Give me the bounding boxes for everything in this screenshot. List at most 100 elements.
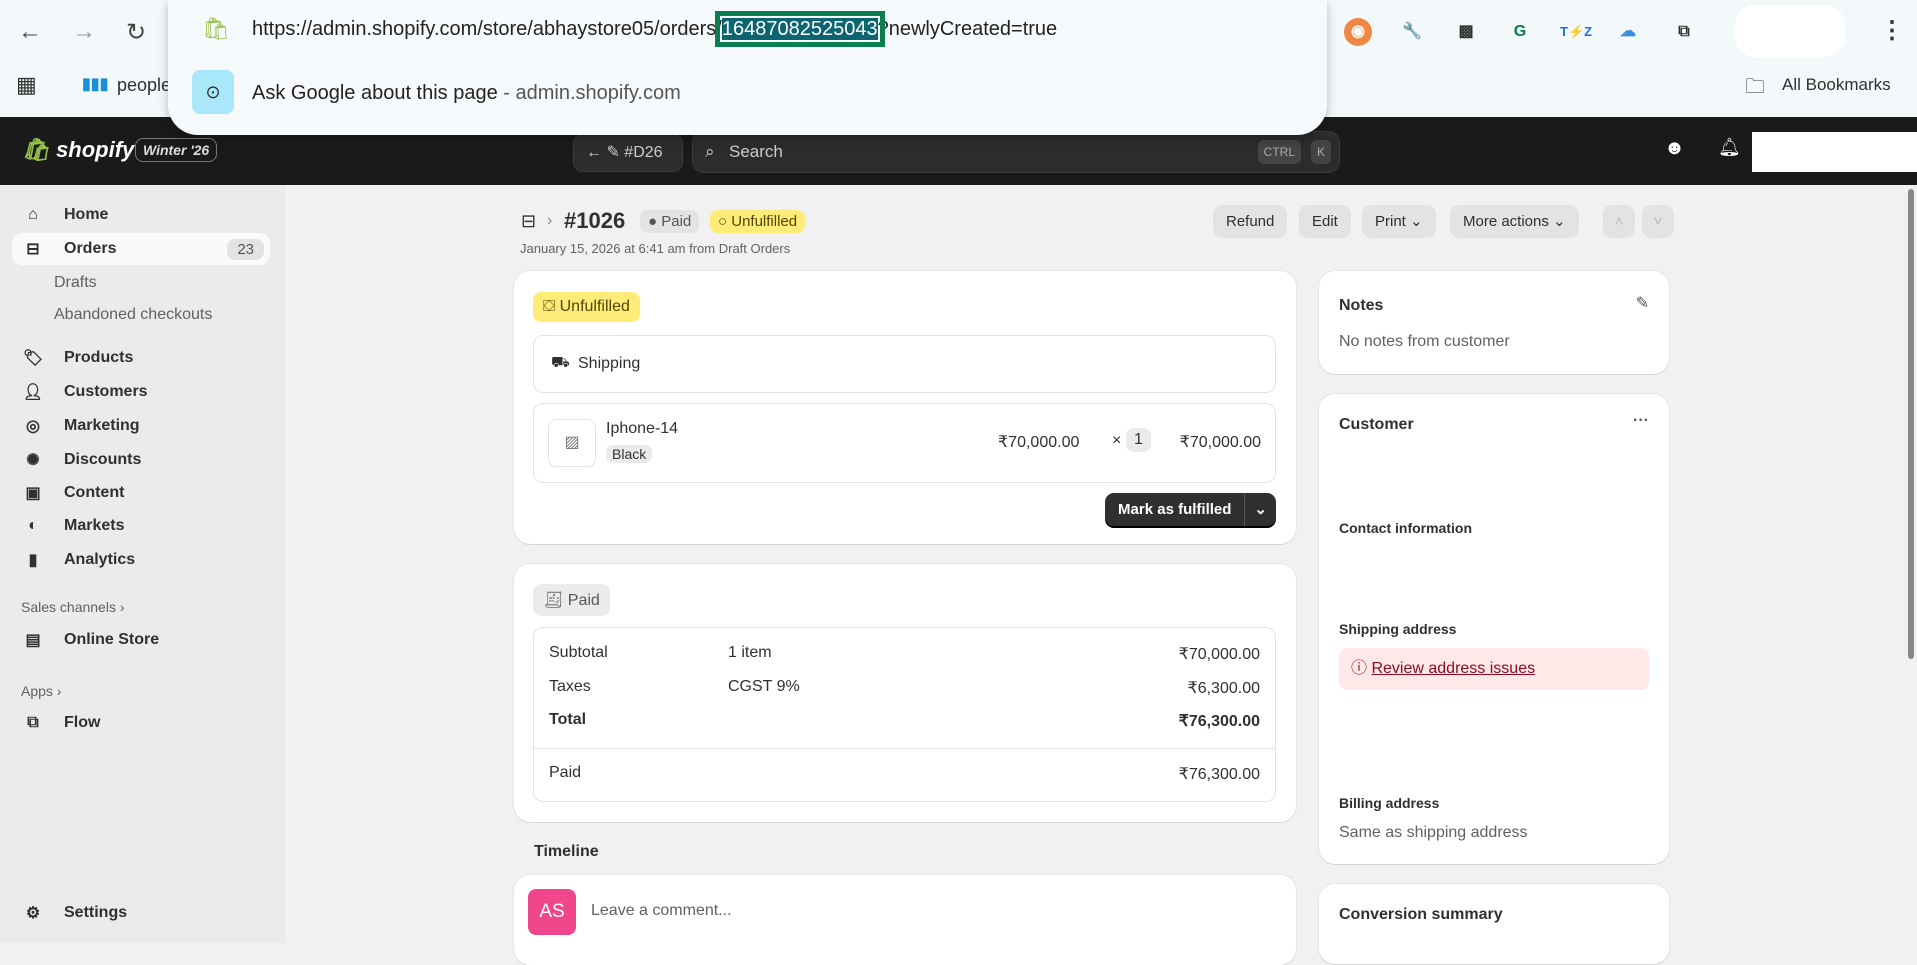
truck-icon: ⛟ (551, 354, 570, 371)
timezone-icon[interactable]: T⚡Z (1560, 18, 1592, 46)
flow-icon: ⧉ (27, 714, 39, 731)
sidebar-item-flow[interactable]: ⧉ Flow (12, 708, 270, 738)
url-field[interactable]: https://admin.shopify.com/store/abhaysto… (252, 11, 1058, 47)
search-icon: ⌕ (705, 142, 715, 161)
amount: ₹6,300.00 (1187, 680, 1260, 697)
address-warning-banner: ⓘ Review address issues (1339, 648, 1649, 690)
scrollbar-thumb[interactable] (1908, 189, 1914, 659)
chevron-down-icon[interactable]: ⌄ (1244, 493, 1276, 526)
url-suffix: ?newlyCreated=true (877, 18, 1058, 40)
label: Marketing (64, 417, 140, 434)
review-address-link[interactable]: Review address issues (1371, 660, 1535, 677)
sidebar-item-online-store[interactable]: ▤ Online Store (12, 625, 270, 655)
sidebar-item-orders[interactable]: ⊟ Orders 23 (12, 233, 270, 265)
back-to-order-pill[interactable]: ← ✎ #D26 (573, 134, 683, 172)
more-icon[interactable]: ··· (1633, 412, 1649, 430)
label: Online Store (64, 631, 160, 648)
sidebar-item-home[interactable]: ⌂ Home (12, 200, 270, 230)
divider (534, 748, 1275, 749)
variant-badge: Black (606, 445, 653, 463)
shipping-method: ⛟ Shipping (533, 335, 1276, 393)
sidebar-item-discounts[interactable]: ✺ Discounts (12, 445, 270, 475)
tag-icon: 🏷︎ (22, 350, 44, 367)
conversion-card: Conversion summary (1319, 884, 1669, 964)
store-icon: ▤ (25, 632, 41, 649)
globe-icon: ◐ (28, 517, 38, 534)
label: Taxes (549, 678, 591, 695)
sidebar-item-markets[interactable]: ◐ Markets (12, 511, 270, 541)
search-placeholder: Search (729, 142, 783, 161)
grammarly-icon[interactable]: G (1506, 18, 1534, 46)
omnibox-dropdown: 🛍 https://admin.shopify.com/store/abhays… (168, 0, 1327, 135)
home-icon: ⌂ (28, 206, 38, 223)
ask-google-suggestion[interactable]: Ask Google about this page - admin.shopi… (252, 82, 681, 105)
bell-icon[interactable]: 🔔︎ (1718, 137, 1741, 158)
notes-body: No notes from customer (1339, 333, 1510, 350)
more-actions-button[interactable]: More actions ⌄ (1450, 205, 1579, 238)
wrench-icon[interactable]: 🔧 (1398, 18, 1426, 46)
extensions-icon[interactable]: ⧉ (1670, 18, 1698, 46)
sidekick-icon[interactable]: ☻ (1664, 137, 1685, 160)
edit-pencil-icon[interactable]: ✎ (1636, 293, 1649, 313)
profile-button[interactable] (1735, 5, 1845, 57)
line-total: ₹70,000.00 (1179, 434, 1261, 451)
lens-icon: ⊙ (192, 70, 234, 114)
bar-chart-icon: ▮ (28, 552, 38, 569)
forward-icon[interactable]: → (72, 18, 96, 46)
product-name[interactable]: Iphone-14 (606, 420, 678, 438)
scrollbar[interactable] (1905, 185, 1917, 943)
shopify-logo[interactable]: 🛍 shopify (22, 137, 134, 163)
sales-channels-header[interactable]: Sales channels › (21, 599, 125, 615)
sidebar-item-drafts[interactable]: Drafts (12, 268, 270, 298)
comment-input[interactable]: Leave a comment... (591, 902, 732, 920)
reload-icon[interactable]: ↻ (126, 18, 146, 47)
paid-badge: 🧾︎ Paid (533, 584, 610, 616)
apps-grid-icon[interactable]: ▦ (16, 72, 37, 98)
sidebar-item-settings[interactable]: ⚙ Settings (12, 898, 270, 928)
orders-icon[interactable]: ⊟ (521, 211, 536, 232)
extension-icon[interactable]: ◉ (1344, 18, 1372, 46)
cloud-icon[interactable]: ☁ (1614, 18, 1642, 46)
gear-icon: ⚙ (25, 905, 41, 922)
next-order-button[interactable]: ˅ (1642, 205, 1674, 238)
line-item: ▨ Iphone-14 Black ₹70,000.00 × 1 ₹70,000… (533, 403, 1276, 483)
print-button[interactable]: Print ⌄ (1362, 205, 1436, 238)
label: Paid (567, 592, 600, 609)
sidebar: ⌂ Home ⊟ Orders 23 Drafts Abandoned checkou… (0, 185, 285, 943)
account-menu[interactable] (1752, 132, 1917, 172)
qr-icon[interactable]: ▩ (1452, 18, 1480, 46)
customer-title: Customer (1339, 416, 1414, 433)
edition-badge[interactable]: Winter '26 (135, 138, 218, 162)
label: Orders (64, 240, 117, 257)
back-icon[interactable]: ← (18, 18, 42, 46)
payment-card: 🧾︎ Paid Subtotal 1 item ₹70,000.00 Taxes CG… (514, 564, 1296, 822)
menu-icon[interactable]: ⋮ (1880, 16, 1904, 45)
amount: ₹76,300.00 (1178, 766, 1260, 783)
sidebar-item-analytics[interactable]: ▮ Analytics (12, 545, 270, 575)
sidebar-item-customers[interactable]: 👤︎ Customers (12, 377, 270, 407)
billing-address-label: Billing address (1339, 795, 1440, 811)
shopify-favicon: 🛍 (202, 16, 230, 41)
sidebar-item-abandoned[interactable]: Abandoned checkouts (12, 300, 270, 330)
comment-card: AS Leave a comment... (514, 875, 1296, 965)
sidebar-item-marketing[interactable]: ◎ Marketing (12, 411, 270, 441)
contact-info-label: Contact information (1339, 520, 1472, 536)
all-bookmarks[interactable]: All Bookmarks (1782, 75, 1891, 95)
search-bar[interactable]: ⌕ Search CTRL K (692, 131, 1340, 173)
bookmark-people[interactable]: people (117, 75, 171, 96)
amount: ₹70,000.00 (1178, 646, 1260, 663)
brand-text: shopify (56, 137, 135, 162)
desc: 1 item (728, 644, 772, 661)
previous-order-button[interactable]: ˄ (1603, 205, 1635, 238)
apps-header[interactable]: Apps › (21, 683, 61, 699)
edit-button[interactable]: Edit (1299, 205, 1351, 238)
refund-button[interactable]: Refund (1213, 205, 1288, 238)
amount: ₹76,300.00 (1178, 713, 1260, 730)
image-icon: ▣ (25, 485, 41, 502)
label: Abandoned checkouts (54, 306, 213, 323)
label: Home (64, 206, 109, 223)
sidebar-item-content[interactable]: ▣ Content (12, 478, 270, 508)
notes-title: Notes (1339, 297, 1384, 314)
sidebar-item-products[interactable]: 🏷︎ Products (12, 343, 270, 373)
mark-as-fulfilled-button[interactable]: Mark as fulfilled (1105, 501, 1244, 518)
